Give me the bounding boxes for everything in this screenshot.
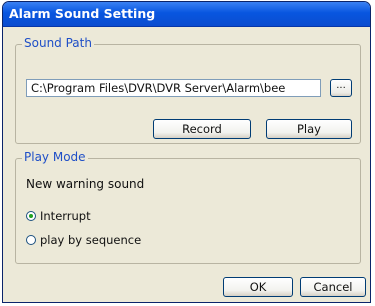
ok-button[interactable]: OK — [223, 277, 293, 297]
browse-button[interactable]: ... — [330, 79, 352, 97]
sound-path-input[interactable]: C:\Program Files\DVR\DVR Server\Alarm\be… — [26, 79, 321, 97]
alarm-sound-setting-dialog: Alarm Sound Setting Sound Path C:\Progra… — [2, 1, 371, 303]
dialog-title: Alarm Sound Setting — [3, 2, 370, 27]
play-button[interactable]: Play — [266, 119, 352, 139]
play-mode-group: Play Mode New warning sound Interrupt pl… — [15, 150, 361, 264]
sound-path-label: Sound Path — [22, 36, 94, 50]
new-warning-sound-label: New warning sound — [26, 177, 145, 191]
interrupt-option[interactable]: Interrupt — [26, 209, 91, 223]
play-mode-label: Play Mode — [22, 150, 88, 164]
interrupt-label: Interrupt — [40, 209, 91, 223]
cancel-button[interactable]: Cancel — [300, 277, 366, 297]
play-by-sequence-option[interactable]: play by sequence — [26, 233, 141, 247]
play-by-sequence-radio[interactable] — [26, 235, 36, 245]
sound-path-group: Sound Path C:\Program Files\DVR\DVR Serv… — [15, 36, 361, 144]
play-by-sequence-label: play by sequence — [40, 233, 142, 247]
record-button[interactable]: Record — [153, 119, 251, 139]
interrupt-radio[interactable] — [26, 211, 36, 221]
